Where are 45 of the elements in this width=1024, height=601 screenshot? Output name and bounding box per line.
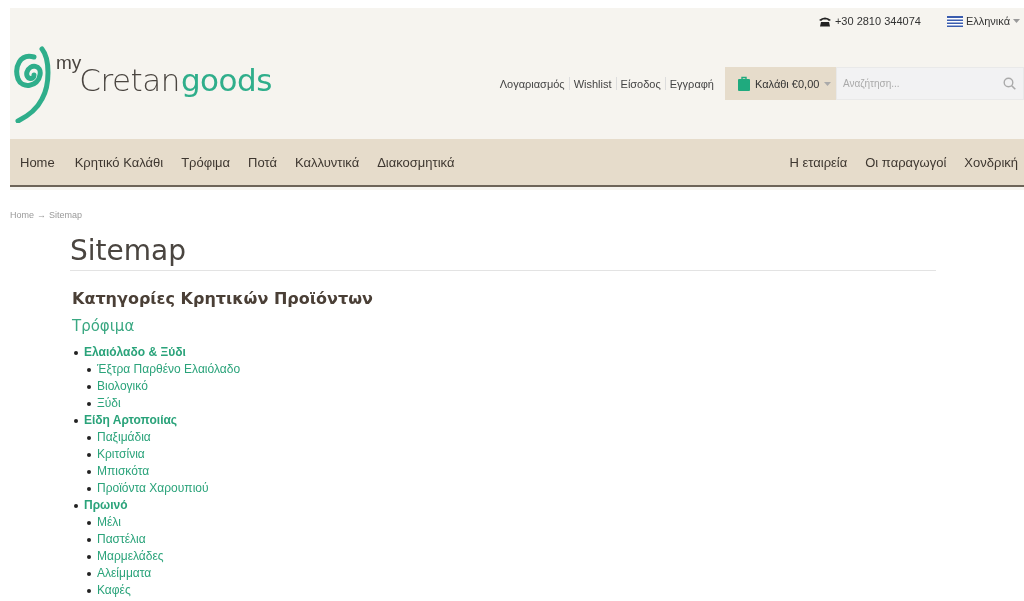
page-title: Sitemap bbox=[70, 234, 936, 271]
breadcrumb-link[interactable]: Home bbox=[10, 210, 34, 220]
search-field[interactable]: Αναζήτηση... bbox=[836, 67, 1024, 100]
category-link[interactable]: Ελαιόλαδο & Ξύδι bbox=[74, 344, 186, 361]
account-link[interactable]: Wishlist bbox=[569, 77, 616, 90]
cart-button[interactable]: Καλάθι €0,00 bbox=[725, 67, 836, 100]
language-selector[interactable]: Ελληνικά bbox=[946, 15, 1020, 27]
subcategory-link[interactable]: Καφές bbox=[87, 582, 131, 599]
category-link[interactable]: Είδη Αρτοποιίας bbox=[74, 412, 178, 429]
caret-icon bbox=[1013, 19, 1020, 23]
breadcrumb-separator: → bbox=[37, 210, 46, 220]
subcategory-link[interactable]: Ξύδι bbox=[87, 395, 121, 412]
nav-link[interactable]: Καλλυντικά bbox=[285, 154, 369, 170]
swirl-logo-icon bbox=[12, 44, 52, 123]
caret-icon bbox=[824, 81, 832, 86]
subcategory-link[interactable]: Έξτρα Παρθένο Ελαιόλαδο bbox=[87, 361, 241, 378]
subcategory-link[interactable]: Αλείμματα bbox=[87, 565, 152, 582]
subcategory-link[interactable]: Κριτσίνια bbox=[87, 446, 145, 463]
subcategory-link[interactable]: Μπισκότα bbox=[87, 463, 150, 480]
shopping-bag-icon bbox=[738, 76, 750, 91]
subcategory-link[interactable]: Βιολογικό bbox=[87, 378, 148, 395]
flag-icon bbox=[946, 15, 963, 27]
nav-link[interactable]: Κρητικό Καλάθι bbox=[65, 154, 173, 170]
subcategory-link[interactable]: Παξιμάδια bbox=[87, 429, 151, 446]
subcategory-link[interactable]: Παστέλια bbox=[87, 531, 146, 548]
nav-link[interactable]: Διακοσμητικά bbox=[368, 154, 464, 170]
account-link[interactable]: Εγγραφή bbox=[665, 77, 718, 90]
subcategory-link[interactable]: Μέλι bbox=[87, 514, 121, 531]
subcategory-link[interactable]: Προϊόντα Χαρουπιού bbox=[87, 480, 209, 497]
account-link[interactable]: Είσοδος bbox=[616, 77, 665, 90]
nav-link[interactable]: Οι παραγωγοί bbox=[856, 154, 956, 170]
phone-number: +30 2810 344074 bbox=[817, 15, 921, 27]
nav-link[interactable]: Home bbox=[10, 154, 66, 170]
subcategory-link[interactable]: Μαρμελάδες bbox=[87, 548, 164, 565]
nav-link[interactable]: Ποτά bbox=[239, 154, 286, 170]
nav-link[interactable]: Η εταιρεία bbox=[780, 154, 857, 170]
section-heading: Κατηγορίες Κρητικών Προϊόντων bbox=[72, 289, 374, 308]
nav-link[interactable]: Τρόφιμα bbox=[172, 154, 240, 170]
nav-link[interactable]: Χονδρική bbox=[955, 154, 1024, 170]
category-link[interactable]: Πρωινό bbox=[74, 497, 128, 514]
category-link[interactable]: Τρόφιμα bbox=[72, 317, 936, 335]
telephone-icon bbox=[817, 15, 832, 27]
breadcrumb-current: Sitemap bbox=[49, 210, 83, 220]
account-link[interactable]: Λογαριασμός bbox=[495, 77, 569, 90]
search-icon bbox=[1003, 77, 1016, 90]
